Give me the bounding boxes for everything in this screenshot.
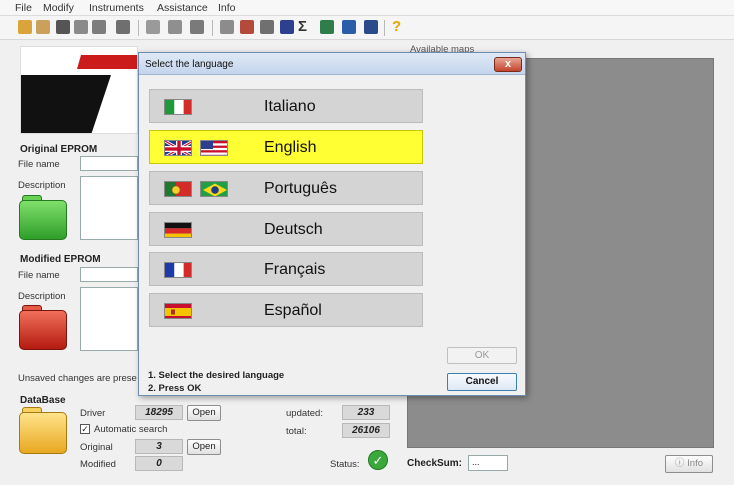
shield-icon[interactable] [364,20,378,34]
menu-bar: File Modify Instruments Assistance Info [0,0,734,16]
uk-flag-icon [164,140,192,156]
italy-flag-icon [164,99,192,115]
instruction-line-1: 1. Select the desired language [148,370,285,381]
language-option-deutsch[interactable]: Deutsch [149,212,423,246]
toolbar-separator [138,20,139,36]
original-description-field[interactable] [80,176,138,240]
modified-count: 0 [135,456,183,471]
france-flag-icon [164,262,192,278]
language-label: English [264,139,317,156]
language-label: Español [264,302,322,319]
dialog-title: Select the language [145,59,234,70]
original-open-folder-icon[interactable] [19,195,67,240]
menu-modify[interactable]: Modify [43,2,74,14]
language-label: Français [264,261,326,278]
modified-description-label: Description [18,291,66,302]
logo-mark-icon [21,55,137,133]
toolbar-separator [212,20,213,36]
original-open-button[interactable]: Open [187,439,221,455]
language-dialog: Select the language x Italiano English P… [138,52,526,396]
copy-icon[interactable] [190,20,204,34]
driver-label: Driver [80,408,106,419]
status-ok-icon: ✓ [368,450,388,470]
instruction-line-2: 2. Press OK [148,383,202,394]
portugal-flag-icon [164,181,192,197]
automatic-search-checkbox[interactable]: ✓ [80,424,90,434]
brazil-flag-icon [200,181,228,197]
menu-instruments[interactable]: Instruments [89,2,144,14]
menu-file[interactable]: File [15,2,32,14]
save-icon[interactable] [56,20,70,34]
modified-eprom-title: Modified EPROM [20,254,101,265]
folder-tab [22,407,42,413]
dialog-titlebar: Select the language x [139,53,525,75]
language-label: Deutsch [264,221,323,238]
uk-flag-icon[interactable] [280,20,294,34]
database-folder-icon[interactable] [19,407,67,454]
language-label: Italiano [264,98,316,115]
language-option-portugues[interactable]: Português [149,171,423,205]
status-label: Status: [330,459,360,470]
checksum-field[interactable]: ... [468,455,508,471]
calculator-icon[interactable] [260,20,274,34]
database-title: DataBase [20,395,66,406]
automatic-search-label: Automatic search [94,424,168,435]
menu-info[interactable]: Info [218,2,236,14]
cancel-button[interactable]: Cancel [447,373,517,391]
compare-icon[interactable] [220,20,234,34]
total-label: total: [286,426,307,437]
updated-label: updated: [286,408,323,419]
logo [20,46,138,134]
folder-tab [22,305,42,311]
checksum-label: CheckSum: [407,458,463,469]
id-card-icon[interactable] [342,20,356,34]
book-icon[interactable] [320,20,334,34]
modified-count-label: Modified [80,459,116,470]
info-icon: ⓘ [675,458,688,469]
original-description-label: Description [18,180,66,191]
table-icon[interactable] [168,20,182,34]
help-icon[interactable]: ? [392,18,406,35]
language-option-francais[interactable]: Français [149,252,423,286]
sigma-icon[interactable]: Σ [298,18,312,36]
info-button[interactable]: ⓘ Info [665,455,713,473]
spain-flag-icon [164,303,192,319]
folder-tab [22,195,42,201]
modified-open-folder-icon[interactable] [19,305,67,350]
original-file-name-label: File name [18,159,60,170]
modified-file-name-label: File name [18,270,60,281]
modified-description-field[interactable] [80,287,138,351]
original-eprom-title: Original EPROM [20,144,98,155]
ok-button[interactable]: OK [447,347,517,364]
hex-view-icon[interactable] [92,20,106,34]
toolbar: Σ ? [0,16,734,40]
open-folder-icon[interactable] [18,20,32,34]
original-file-name-field[interactable] [80,156,138,171]
language-option-italiano[interactable]: Italiano [149,89,423,123]
open-folder-2-icon[interactable] [36,20,50,34]
language-option-english[interactable]: English [149,130,423,164]
info-button-label: Info [687,458,703,469]
close-button[interactable]: x [494,57,522,72]
toolbar-separator [384,20,385,36]
language-option-espanol[interactable]: Español [149,293,423,327]
window-icon[interactable] [146,20,160,34]
driver-open-button[interactable]: Open [187,405,221,421]
original-count: 3 [135,439,183,454]
language-label: Português [264,180,337,197]
driver-count: 18295 [135,405,183,420]
germany-flag-icon [164,222,192,238]
updated-count: 233 [342,405,390,420]
menu-assistance[interactable]: Assistance [157,2,208,14]
original-count-label: Original [80,442,113,453]
tools-icon[interactable] [116,20,130,34]
eraser-icon[interactable] [240,20,254,34]
total-count: 26106 [342,423,390,438]
grid-view-icon[interactable] [74,20,88,34]
unsaved-changes-text: Unsaved changes are prese [18,373,137,384]
modified-file-name-field[interactable] [80,267,138,282]
usa-flag-icon [200,140,228,156]
